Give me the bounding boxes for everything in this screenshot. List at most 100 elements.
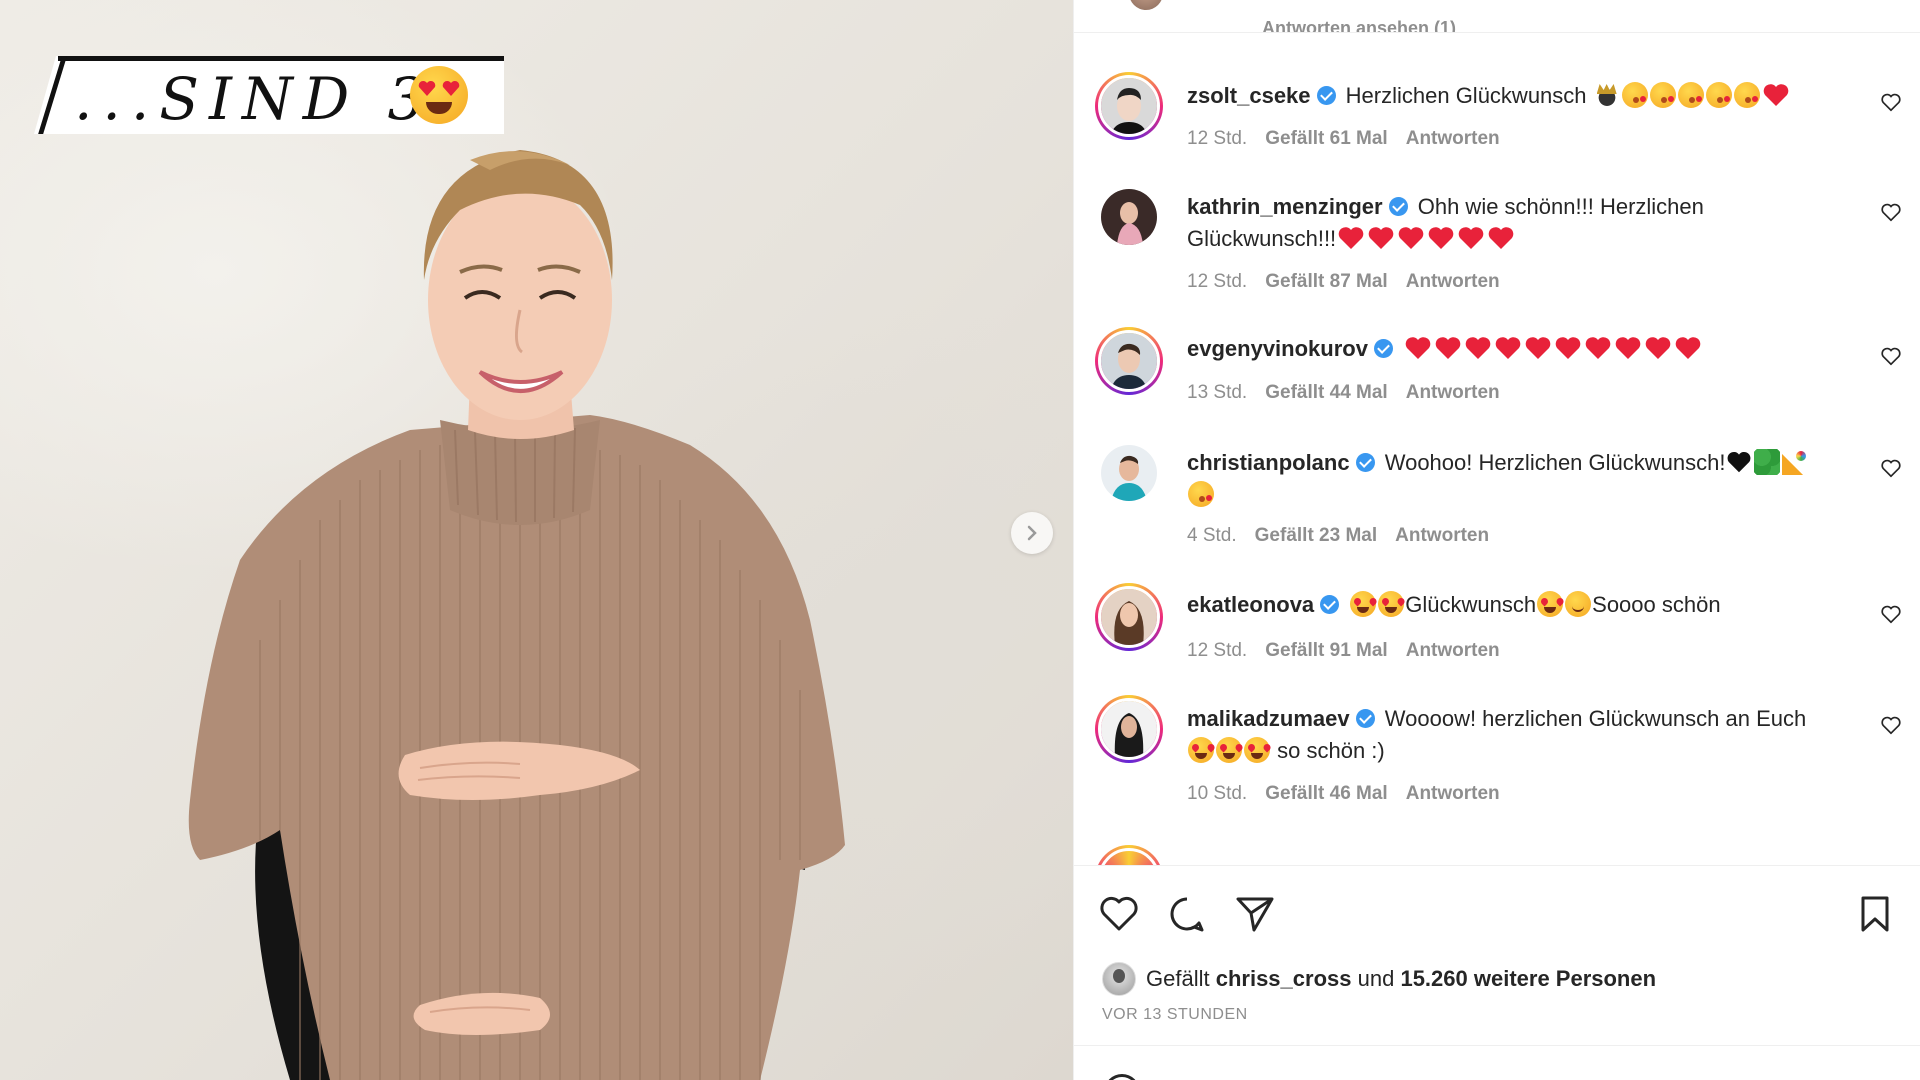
red-heart-emoji-icon bbox=[1457, 225, 1485, 251]
star-eyes-emoji-icon bbox=[1244, 737, 1270, 763]
verified-badge-icon bbox=[1355, 709, 1375, 728]
comment-time[interactable]: 12 Std. bbox=[1187, 128, 1247, 149]
four-leaf-clover-emoji-icon bbox=[1754, 449, 1781, 475]
avatar-image bbox=[1101, 589, 1157, 645]
comment-time[interactable]: 12 Std. bbox=[1187, 271, 1247, 292]
comment-like-heart-icon[interactable] bbox=[1880, 714, 1902, 736]
kiss-emoji-icon bbox=[1705, 82, 1732, 108]
heart-eyes-emoji-icon bbox=[410, 66, 468, 124]
verified-badge-icon bbox=[1373, 339, 1393, 358]
red-heart-emoji-icon bbox=[1397, 225, 1425, 251]
likes-count-link[interactable]: 15.260 weitere Personen bbox=[1400, 966, 1656, 992]
comment-username[interactable]: kathrin_menzinger bbox=[1187, 194, 1383, 219]
red-heart-emoji-icon bbox=[1487, 225, 1515, 251]
verified-badge-icon bbox=[1355, 453, 1375, 472]
kiss-emoji-icon bbox=[1649, 82, 1676, 108]
comment-username[interactable]: malikadzumaev bbox=[1187, 706, 1350, 731]
avatar-image bbox=[1101, 445, 1157, 501]
verified-badge-icon bbox=[1388, 197, 1408, 216]
red-heart-emoji-icon bbox=[1584, 335, 1612, 361]
comment-username[interactable]: zsolt_cseke bbox=[1187, 83, 1311, 108]
comment-likes[interactable]: Gefällt 44 Mal bbox=[1265, 382, 1388, 403]
likes-prefix: Gefällt bbox=[1146, 966, 1210, 991]
avatar[interactable] bbox=[1095, 183, 1163, 251]
avatar[interactable] bbox=[1095, 72, 1163, 140]
red-heart-emoji-icon bbox=[1434, 335, 1462, 361]
paper-plane-icon[interactable] bbox=[1234, 893, 1276, 935]
kiss-emoji-icon bbox=[1733, 82, 1760, 108]
emoji-picker-icon[interactable] bbox=[1104, 1074, 1140, 1080]
red-heart-emoji-icon bbox=[1524, 335, 1552, 361]
avatar[interactable] bbox=[1095, 583, 1163, 651]
comment-like-heart-icon[interactable] bbox=[1880, 345, 1902, 367]
comment-time[interactable]: 12 Std. bbox=[1187, 640, 1247, 661]
verified-badge-icon bbox=[1316, 86, 1336, 105]
red-heart-emoji-icon bbox=[1427, 225, 1455, 251]
red-heart-emoji-icon bbox=[1494, 335, 1522, 361]
comments-panel: Antworten ansehen (1) zsolt_cseke Herzli… bbox=[1073, 0, 1920, 1080]
comment-meta: 12 Std. Gefällt 87 Mal Antworten bbox=[1187, 271, 1518, 293]
avatar[interactable] bbox=[1102, 962, 1136, 996]
post-action-bar: Gefällt chriss_cross und 15.260 weitere … bbox=[1074, 865, 1920, 1045]
red-heart-emoji-icon bbox=[1337, 225, 1365, 251]
comment-username[interactable]: evgenyvinokurov bbox=[1187, 336, 1368, 361]
comment-text: Woohoo! Herzlichen Glückwunsch! bbox=[1384, 450, 1726, 475]
comment-likes[interactable]: Gefällt 91 Mal bbox=[1265, 640, 1388, 661]
star-eyes-emoji-icon bbox=[1378, 591, 1405, 617]
comment-username[interactable]: ekatleonova bbox=[1187, 592, 1314, 617]
comment-like-heart-icon[interactable] bbox=[1880, 91, 1902, 113]
comment-likes[interactable]: Gefällt 61 Mal bbox=[1265, 128, 1388, 149]
post-image-person bbox=[188, 150, 845, 1080]
red-heart-emoji-icon bbox=[1674, 335, 1702, 361]
chevron-right-icon bbox=[1027, 525, 1037, 541]
avatar-image bbox=[1101, 701, 1157, 757]
reply-button[interactable]: Antworten bbox=[1406, 640, 1500, 661]
party-popper-emoji-icon bbox=[1782, 449, 1809, 475]
avatar-image bbox=[1101, 189, 1157, 245]
comment-time[interactable]: 10 Std. bbox=[1187, 783, 1247, 804]
next-image-button[interactable] bbox=[1011, 512, 1053, 554]
view-replies-link[interactable]: Antworten ansehen (1) bbox=[1262, 18, 1456, 32]
reply-button[interactable]: Antworten bbox=[1406, 783, 1500, 804]
reply-button[interactable]: Antworten bbox=[1406, 128, 1500, 149]
previous-comment-cutoff: Antworten ansehen (1) bbox=[1074, 0, 1920, 33]
reply-button[interactable]: Antworten bbox=[1406, 382, 1500, 403]
avatar[interactable] bbox=[1095, 695, 1163, 763]
overlay-text: ...SIND 3 bbox=[74, 65, 435, 133]
likes-middle: und bbox=[1357, 966, 1395, 991]
smiling-hearts-emoji-icon bbox=[1565, 591, 1592, 617]
comment-text: Glückwunsch bbox=[1405, 592, 1537, 617]
liker-username[interactable]: chriss_cross bbox=[1216, 966, 1352, 992]
reply-button[interactable]: Antworten bbox=[1395, 525, 1489, 546]
comment-time[interactable]: 13 Std. bbox=[1187, 382, 1247, 403]
kiss-emoji-icon bbox=[1188, 481, 1214, 507]
avatar-image bbox=[1101, 333, 1157, 389]
comment-likes[interactable]: Gefällt 46 Mal bbox=[1265, 783, 1388, 804]
crown-emoji-icon bbox=[1593, 82, 1620, 108]
comment-likes[interactable]: Gefällt 87 Mal bbox=[1265, 271, 1388, 292]
avatar[interactable] bbox=[1095, 327, 1163, 395]
comment-like-heart-icon[interactable] bbox=[1880, 457, 1902, 479]
comment-meta: 12 Std. Gefällt 61 Mal Antworten bbox=[1187, 128, 1518, 150]
avatar[interactable] bbox=[1129, 0, 1163, 10]
add-comment-bar bbox=[1074, 1045, 1920, 1080]
red-heart-emoji-icon bbox=[1464, 335, 1492, 361]
comment-username[interactable]: christianpolanc bbox=[1187, 450, 1350, 475]
comment-bubble-icon[interactable] bbox=[1166, 893, 1208, 935]
red-heart-emoji-icon bbox=[1367, 225, 1395, 251]
star-eyes-emoji-icon bbox=[1350, 591, 1377, 617]
comment-likes[interactable]: Gefällt 23 Mal bbox=[1255, 525, 1378, 546]
comment-like-heart-icon[interactable] bbox=[1880, 201, 1902, 223]
comment-time[interactable]: 4 Std. bbox=[1187, 525, 1237, 546]
comment-text: Soooo schön bbox=[1592, 592, 1721, 617]
avatar[interactable] bbox=[1095, 845, 1163, 865]
avatar[interactable] bbox=[1095, 439, 1163, 507]
comment-like-heart-icon[interactable] bbox=[1880, 603, 1902, 625]
heart-outline-icon[interactable] bbox=[1098, 893, 1140, 935]
comment-text: Woooow! herzlichen Glückwunsch an Euch bbox=[1384, 706, 1807, 731]
bookmark-icon[interactable] bbox=[1854, 893, 1896, 935]
post-timestamp[interactable]: VOR 13 STUNDEN bbox=[1102, 1006, 1248, 1024]
reply-button[interactable]: Antworten bbox=[1406, 271, 1500, 292]
red-heart-emoji-icon bbox=[1404, 335, 1432, 361]
red-heart-emoji-icon bbox=[1644, 335, 1672, 361]
